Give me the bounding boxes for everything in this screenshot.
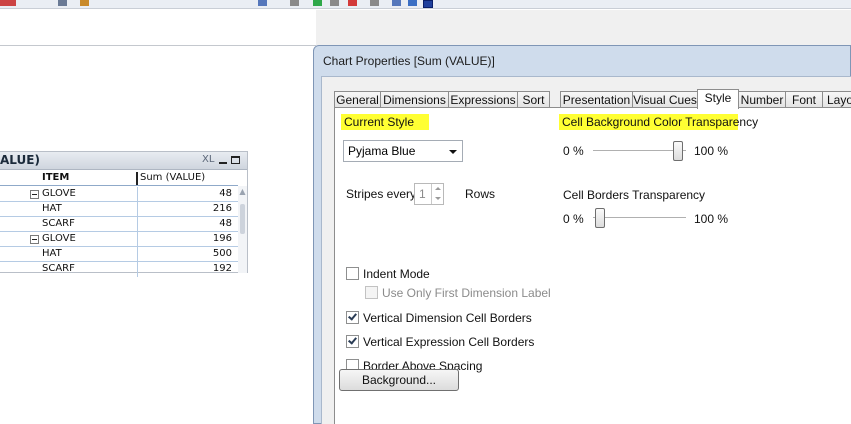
cell-borders-transparency-slider[interactable] (593, 208, 686, 228)
slider-thumb[interactable] (673, 141, 683, 161)
vertical-dimension-borders-label: Vertical Dimension Cell Borders (363, 311, 532, 325)
stripes-every-label: Stripes every (346, 187, 417, 201)
slider-thumb[interactable] (595, 208, 605, 228)
cell-value: 48 (219, 218, 232, 229)
table-row: SCARF 48 (0, 217, 238, 232)
help-icon[interactable] (423, 0, 433, 8)
rows-label: Rows (465, 187, 496, 201)
cell-item: GLOVE (42, 233, 76, 244)
tab-sort[interactable]: Sort (517, 91, 550, 108)
chevron-down-icon (449, 150, 457, 154)
current-style-select[interactable]: Pyjama Blue (343, 140, 463, 162)
tab-visual-cues[interactable]: Visual Cues (632, 91, 698, 108)
stripes-value: 1 (419, 187, 426, 201)
cell-item: SCARF (42, 263, 75, 274)
toolbar-icon[interactable] (348, 0, 357, 6)
table-caption[interactable]: ALUE) XL (0, 152, 247, 170)
toolbar-icon[interactable] (370, 0, 379, 6)
cell-bg-transparency-slider[interactable] (593, 141, 686, 161)
table-row: HAT 216 (0, 202, 238, 217)
table-header-row: ITEM Sum (VALUE) (0, 171, 238, 186)
chevron-down-icon[interactable] (435, 197, 441, 200)
vertical-dimension-borders-checkbox[interactable] (346, 311, 359, 324)
cell-value: 500 (212, 248, 232, 259)
table-row: SCARF 192 (0, 262, 238, 277)
column-header-item[interactable]: ITEM (42, 172, 69, 183)
first-dimension-label-text: Use Only First Dimension Label (382, 286, 551, 300)
toolbar-icon[interactable] (290, 0, 299, 6)
cell-item: GLOVE (42, 188, 76, 199)
toolbar-icon[interactable] (408, 0, 417, 6)
checkmark-icon (348, 335, 357, 345)
tab-style[interactable]: Style (697, 89, 739, 109)
dialog-title: Chart Properties [Sum (VALUE)] (323, 54, 495, 68)
straight-table[interactable]: ALUE) XL ITEM Sum (VALUE) GLOVE 48 HAT 2… (0, 151, 248, 277)
excel-export-icon[interactable]: XL (202, 154, 214, 165)
indent-mode-label: Indent Mode (363, 267, 430, 281)
maximize-icon[interactable] (231, 156, 240, 164)
cell-item: SCARF (42, 218, 75, 229)
vertical-expression-borders-checkbox[interactable] (346, 335, 359, 348)
background-button[interactable]: Background... (339, 369, 459, 391)
slider-track (593, 217, 686, 219)
cell-bg-transparency-label: Cell Background Color Transparency (562, 115, 759, 129)
sheet-divider (0, 45, 316, 46)
cell-borders-transparency-label: Cell Borders Transparency (563, 188, 706, 202)
application-toolbar (0, 0, 851, 9)
current-style-label: Current Style (344, 115, 415, 129)
toolbar-icon[interactable] (258, 0, 267, 6)
tab-number[interactable]: Number (738, 91, 786, 108)
cell-item: HAT (42, 203, 62, 214)
cell-item: HAT (42, 248, 62, 259)
table-row: HAT 500 (0, 247, 238, 262)
stepper-buttons[interactable] (431, 184, 443, 204)
chevron-up-icon[interactable] (435, 187, 441, 190)
tab-expressions[interactable]: Expressions (448, 91, 518, 108)
toolbar-icon[interactable] (330, 0, 339, 6)
collapse-icon[interactable] (30, 235, 39, 244)
toolbar-icon[interactable] (58, 0, 67, 6)
current-style-value: Pyjama Blue (348, 144, 416, 158)
vertical-expression-borders-label: Vertical Expression Cell Borders (363, 335, 535, 349)
cell-value: 192 (212, 263, 232, 274)
toolbar-icon[interactable] (0, 0, 16, 6)
tab-general[interactable]: General (334, 91, 381, 108)
toolbar-icon[interactable] (80, 0, 89, 6)
table-title: ALUE) (0, 153, 40, 167)
scroll-thumb[interactable] (240, 204, 245, 234)
cell-bg-max-label: 100 % (694, 144, 729, 158)
tab-font[interactable]: Font (785, 91, 823, 108)
table-row: GLOVE 48 (0, 187, 238, 202)
cell-value: 48 (219, 188, 232, 199)
indent-mode-checkbox[interactable] (346, 267, 359, 280)
column-header-sum[interactable]: Sum (VALUE) (140, 172, 205, 183)
table-row: GLOVE 196 (0, 232, 238, 247)
cell-bg-min-label: 0 % (563, 144, 584, 158)
collapse-icon[interactable] (30, 190, 39, 199)
cell-value: 216 (212, 203, 232, 214)
table-scrollbar[interactable]: ▲ (238, 186, 247, 273)
cell-borders-min-label: 0 % (563, 212, 584, 226)
cell-value: 196 (212, 233, 232, 244)
stripes-stepper[interactable]: 1 (414, 183, 444, 205)
cell-borders-max-label: 100 % (694, 212, 729, 226)
first-dimension-label-checkbox[interactable] (365, 286, 378, 299)
checkmark-icon (348, 311, 357, 321)
tab-layout[interactable]: Layo (822, 91, 851, 108)
column-divider[interactable] (136, 172, 138, 185)
tab-presentation[interactable]: Presentation (560, 91, 633, 108)
toolbar-icon[interactable] (313, 0, 322, 6)
toolbar-icon[interactable] (392, 0, 401, 6)
scroll-up-icon[interactable]: ▲ (239, 187, 246, 196)
chart-properties-dialog: Chart Properties [Sum (VALUE)] General D… (313, 45, 851, 424)
tab-dimensions[interactable]: Dimensions (380, 91, 449, 108)
minimize-icon[interactable] (219, 162, 227, 164)
